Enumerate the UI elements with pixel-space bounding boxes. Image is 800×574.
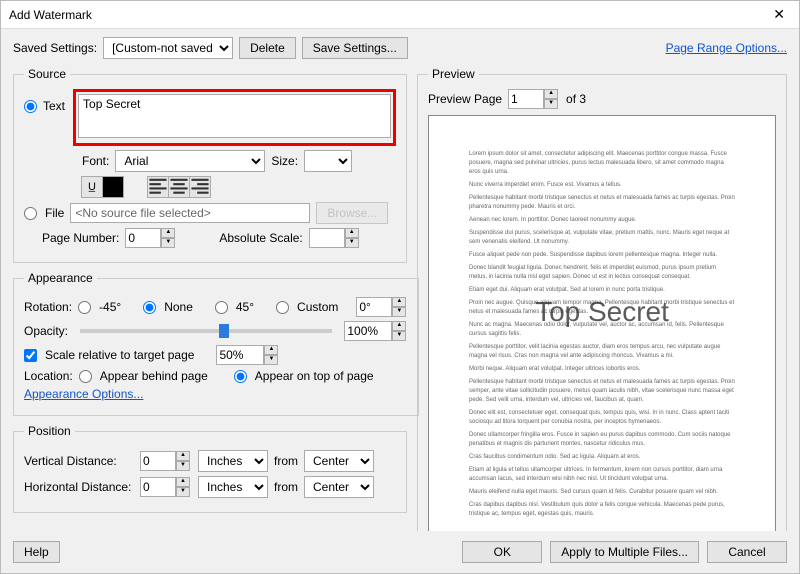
text-color-icon[interactable] bbox=[102, 176, 124, 198]
vdist-from-label: from bbox=[274, 454, 298, 468]
absolute-scale-label: Absolute Scale: bbox=[219, 231, 302, 245]
source-text-radio[interactable] bbox=[24, 100, 37, 113]
preview-group: Preview Preview Page ▲▼ of 3 Lorem ipsum… bbox=[417, 67, 787, 531]
rotation-neg45-radio[interactable] bbox=[78, 301, 91, 314]
cancel-button[interactable]: Cancel bbox=[707, 541, 787, 563]
help-button[interactable]: Help bbox=[13, 541, 60, 563]
preview-page-total: of 3 bbox=[566, 92, 586, 106]
appearance-legend: Appearance bbox=[24, 271, 97, 285]
text-input-highlight bbox=[73, 89, 396, 146]
preview-canvas: Lorem ipsum dolor sit amet, consectetur … bbox=[428, 115, 776, 531]
source-file-radio[interactable] bbox=[24, 207, 37, 220]
page-range-options-link[interactable]: Page Range Options... bbox=[666, 41, 787, 55]
behind-page-radio[interactable] bbox=[79, 370, 92, 383]
rotation-custom-spinner[interactable]: ▲▼ bbox=[356, 297, 408, 317]
vdist-from-select[interactable]: Center bbox=[304, 450, 374, 472]
ok-button[interactable]: OK bbox=[462, 541, 542, 563]
dialog-footer: Help OK Apply to Multiple Files... Cance… bbox=[1, 531, 799, 573]
underline-icon[interactable]: U̲ bbox=[81, 176, 103, 198]
opacity-slider[interactable] bbox=[80, 329, 332, 333]
align-right-icon[interactable] bbox=[189, 176, 211, 198]
source-group: Source Text Font: Arial Size: bbox=[13, 67, 407, 263]
preview-page-label: Preview Page bbox=[428, 92, 502, 106]
delete-button[interactable]: Delete bbox=[239, 37, 296, 59]
hdist-from-label: from bbox=[274, 480, 298, 494]
align-center-icon[interactable] bbox=[168, 176, 190, 198]
titlebar: Add Watermark ✕ bbox=[1, 1, 799, 29]
opacity-label: Opacity: bbox=[24, 324, 68, 338]
saved-settings-label: Saved Settings: bbox=[13, 41, 97, 55]
hdist-from-select[interactable]: Center bbox=[304, 476, 374, 498]
source-file-label: File bbox=[45, 206, 64, 220]
vdist-unit-select[interactable]: Inches bbox=[198, 450, 268, 472]
hdist-unit-select[interactable]: Inches bbox=[198, 476, 268, 498]
scale-relative-checkbox[interactable] bbox=[24, 349, 37, 362]
vdist-spinner[interactable]: ▲▼ bbox=[140, 451, 192, 471]
add-watermark-dialog: Add Watermark ✕ Saved Settings: [Custom-… bbox=[0, 0, 800, 574]
absolute-scale-spinner[interactable]: ▲▼ bbox=[309, 228, 361, 248]
rotation-45-radio[interactable] bbox=[215, 301, 228, 314]
appearance-options-link[interactable]: Appearance Options... bbox=[24, 387, 143, 401]
source-legend: Source bbox=[24, 67, 70, 81]
font-select[interactable]: Arial bbox=[115, 150, 265, 172]
scale-relative-label: Scale relative to target page bbox=[45, 348, 194, 362]
watermark-text-input[interactable] bbox=[78, 94, 391, 138]
apply-multiple-button[interactable]: Apply to Multiple Files... bbox=[550, 541, 699, 563]
ontop-page-radio[interactable] bbox=[234, 370, 247, 383]
size-select[interactable] bbox=[304, 150, 352, 172]
size-label: Size: bbox=[271, 154, 298, 168]
hdist-spinner[interactable]: ▲▼ bbox=[140, 477, 192, 497]
position-legend: Position bbox=[24, 424, 75, 438]
preview-page-spinner[interactable]: ▲▼ bbox=[508, 89, 560, 109]
opacity-spinner[interactable]: ▲▼ bbox=[344, 321, 408, 341]
save-settings-button[interactable]: Save Settings... bbox=[302, 37, 408, 59]
browse-button[interactable]: Browse... bbox=[316, 202, 388, 224]
hdist-label: Horizontal Distance: bbox=[24, 480, 134, 494]
page-number-label: Page Number: bbox=[42, 231, 119, 245]
font-label: Font: bbox=[82, 154, 109, 168]
align-left-icon[interactable] bbox=[147, 176, 169, 198]
page-number-spinner[interactable]: ▲▼ bbox=[125, 228, 177, 248]
vdist-label: Vertical Distance: bbox=[24, 454, 134, 468]
rotation-none-radio[interactable] bbox=[143, 301, 156, 314]
preview-legend: Preview bbox=[428, 67, 479, 81]
dialog-title: Add Watermark bbox=[9, 8, 767, 22]
location-label: Location: bbox=[24, 369, 73, 383]
rotation-label: Rotation: bbox=[24, 300, 72, 314]
source-file-field bbox=[70, 203, 310, 223]
saved-settings-row: Saved Settings: [Custom-not saved] Delet… bbox=[1, 29, 799, 67]
close-icon[interactable]: ✕ bbox=[767, 6, 791, 23]
rotation-custom-radio[interactable] bbox=[276, 301, 289, 314]
scale-relative-spinner[interactable]: ▲▼ bbox=[216, 345, 280, 365]
saved-settings-select[interactable]: [Custom-not saved] bbox=[103, 37, 233, 59]
preview-watermark-text: Top Secret bbox=[429, 291, 775, 333]
appearance-group: Appearance Rotation: -45° None 45° Custo… bbox=[13, 271, 419, 416]
source-text-label: Text bbox=[43, 99, 65, 113]
position-group: Position Vertical Distance: ▲▼ Inches fr… bbox=[13, 424, 407, 513]
